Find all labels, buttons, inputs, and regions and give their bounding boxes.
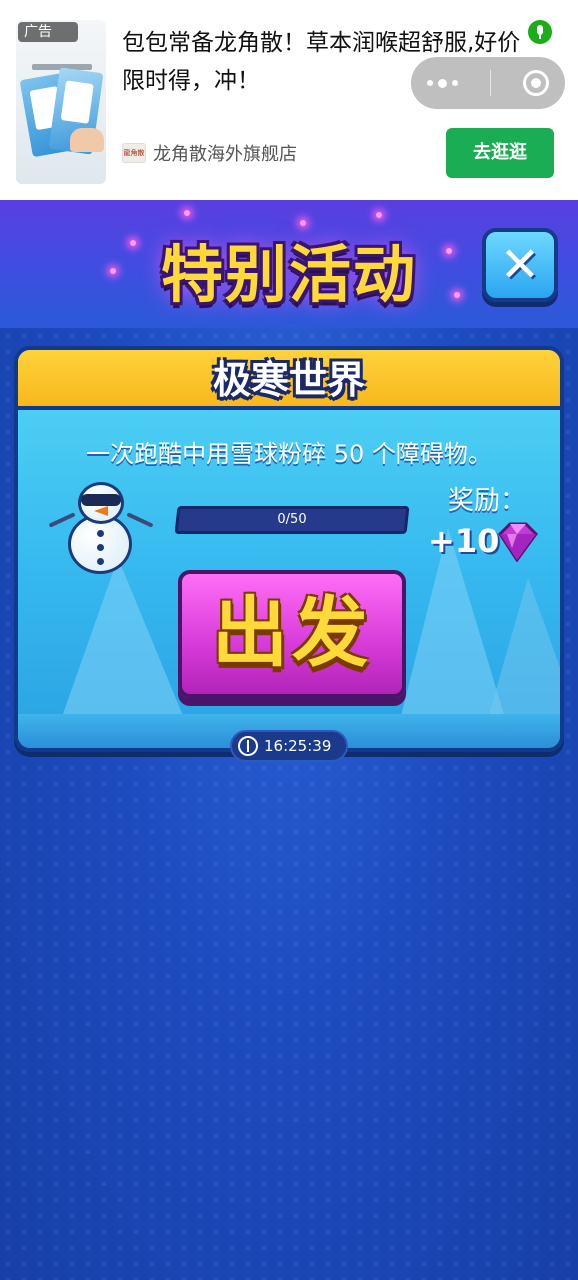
go-button-label: 出发 xyxy=(212,588,372,677)
task-progress-bar: 0/50 xyxy=(174,506,410,534)
ice-mountain xyxy=(488,578,560,718)
task-description: 一次跑酷中用雪球粉碎 50 个障碍物。 xyxy=(86,440,492,468)
store-logo: 龍角散 xyxy=(122,143,146,163)
close-button[interactable]: ✕ xyxy=(482,228,558,302)
reward-label: 奖励： xyxy=(448,486,527,516)
ad-thumbnail[interactable] xyxy=(16,20,106,184)
go-button[interactable]: 出发 xyxy=(178,570,406,698)
mini-program-capsule xyxy=(411,57,565,109)
card-title: 极寒世界 xyxy=(212,358,365,402)
capsule-divider xyxy=(490,70,491,96)
card-header: 极寒世界 xyxy=(18,350,560,410)
reward-value: +10 xyxy=(428,522,500,560)
progress-label: 0/50 xyxy=(277,512,307,527)
visit-store-button[interactable]: 去逛逛 xyxy=(446,128,554,178)
event-card: 极寒世界 一次跑酷中用雪球粉碎 50 个障碍物。 0/50 奖励： +10 出发 xyxy=(14,346,564,752)
store-name[interactable]: 龙角散海外旗舰店 xyxy=(153,140,297,166)
sparkle xyxy=(184,210,190,216)
ice-mountain xyxy=(58,558,188,728)
close-miniprogram-icon[interactable] xyxy=(523,70,549,96)
game-screen: 特别活动 ✕ 极寒世界 一次跑酷中用雪球粉碎 50 个障碍物。 0/50 奖励： xyxy=(0,200,578,1280)
more-icon[interactable] xyxy=(427,78,458,88)
snowman-icon xyxy=(48,478,158,578)
gem-icon xyxy=(498,522,538,562)
clock-icon xyxy=(238,736,258,756)
ad-tag: 广告 xyxy=(18,22,78,42)
close-x-icon: ✕ xyxy=(499,237,541,293)
sparkle xyxy=(376,212,382,218)
ad-banner[interactable]: 广告 包包常备龙角散！草本润喉超舒服,好价限时得，冲！ 龍角散 龙角散海外旗舰店… xyxy=(0,0,578,200)
countdown-timer: 16:25:39 xyxy=(230,730,348,762)
microphone-icon xyxy=(528,20,552,44)
timer-value: 16:25:39 xyxy=(264,737,332,755)
hand-image xyxy=(70,128,104,152)
